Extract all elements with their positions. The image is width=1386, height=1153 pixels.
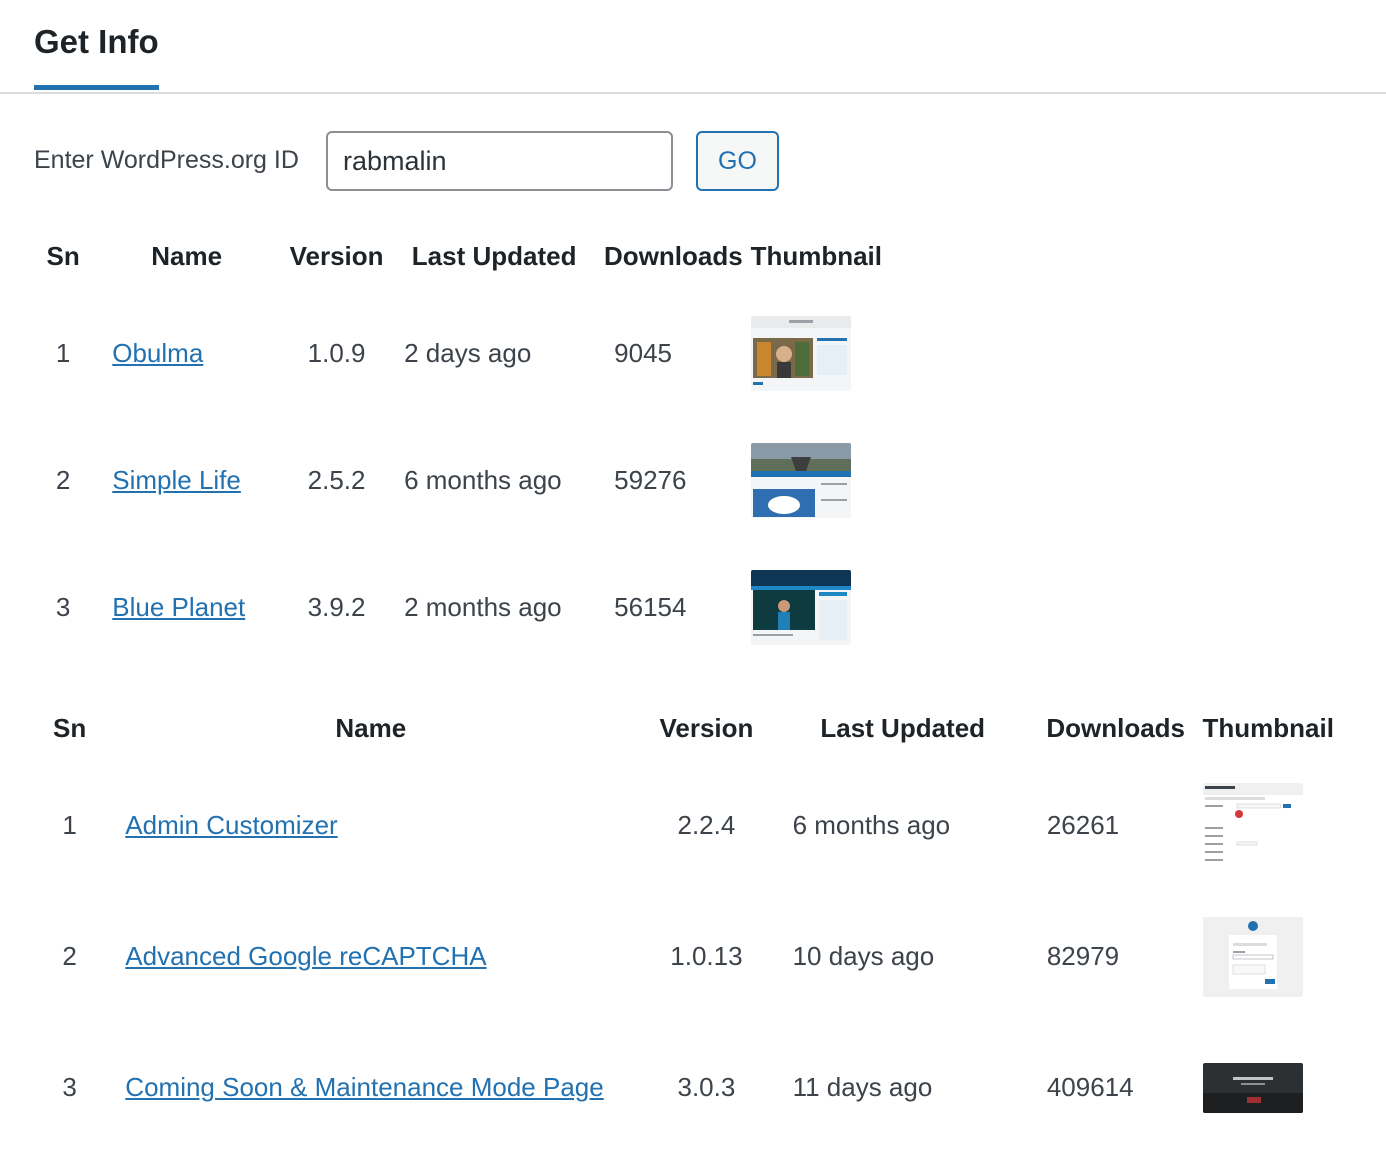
col-version: Version <box>289 240 384 271</box>
col-name: Name <box>335 712 407 743</box>
row-version: 2.5.2 <box>307 465 366 495</box>
tab-get-info[interactable]: Get Info <box>34 22 159 90</box>
table-header-row: Sn Name Version Last Updated Downloads T… <box>34 696 1334 760</box>
plugin-thumbnail <box>1202 782 1303 869</box>
row-last-updated: 2 days ago <box>404 338 532 368</box>
theme-thumbnail <box>750 570 851 645</box>
row-version: 3.9.2 <box>307 592 366 622</box>
theme-link-obulma[interactable]: Obulma <box>112 338 203 368</box>
wporg-id-label: Enter WordPress.org ID <box>34 146 299 174</box>
row-version: 3.0.3 <box>677 1072 736 1102</box>
theme-thumbnail <box>750 316 851 391</box>
col-sn: Sn <box>46 240 80 271</box>
row-sn: 3 <box>62 1072 77 1102</box>
col-thumbnail: Thumbnail <box>1202 712 1334 743</box>
row-version: 1.0.13 <box>670 941 743 971</box>
col-thumbnail: Thumbnail <box>750 240 882 271</box>
row-last-updated: 2 months ago <box>404 592 562 622</box>
plugin-thumbnail <box>1202 1062 1303 1113</box>
row-last-updated: 11 days ago <box>792 1072 933 1102</box>
plugin-link-advanced-google-recaptcha[interactable]: Advanced Google reCAPTCHA <box>125 941 486 971</box>
col-sn: Sn <box>53 712 87 743</box>
themes-table: Sn Name Version Last Updated Downloads T… <box>34 222 889 671</box>
plugin-link-admin-customizer[interactable]: Admin Customizer <box>125 810 337 840</box>
col-downloads: Downloads <box>604 240 743 271</box>
table-row: 2 Simple Life 2.5.2 6 months ago 59276 <box>34 417 889 544</box>
table-row: 3 Blue Planet 3.9.2 2 months ago 56154 <box>34 544 889 671</box>
row-last-updated: 6 months ago <box>404 465 562 495</box>
plugin-thumbnail <box>1202 916 1303 997</box>
tab-get-info-label: Get Info <box>34 23 159 60</box>
col-downloads: Downloads <box>1046 712 1186 743</box>
row-downloads: 56154 <box>614 592 687 622</box>
theme-link-simple-life[interactable]: Simple Life <box>112 465 241 495</box>
table-row: 1 Obulma 1.0.9 2 days ago 9045 <box>34 290 889 417</box>
row-sn: 3 <box>55 592 71 622</box>
row-downloads: 26261 <box>1046 810 1120 840</box>
row-downloads: 409614 <box>1046 1072 1134 1102</box>
nav-tab-bar: Get Info <box>0 0 1386 94</box>
row-sn: 2 <box>55 465 71 495</box>
col-last-updated: Last Updated <box>411 240 577 271</box>
table-header-row: Sn Name Version Last Updated Downloads T… <box>34 222 889 290</box>
col-version: Version <box>659 712 754 743</box>
row-version: 2.2.4 <box>677 810 736 840</box>
go-button[interactable]: GO <box>696 131 779 191</box>
row-last-updated: 10 days ago <box>792 941 935 971</box>
table-row: 2 Advanced Google reCAPTCHA 1.0.13 10 da… <box>34 891 1334 1022</box>
wporg-id-input[interactable] <box>326 131 673 191</box>
row-sn: 2 <box>62 941 77 971</box>
table-row: 3 Coming Soon & Maintenance Mode Page 3.… <box>34 1022 1334 1153</box>
row-sn: 1 <box>55 338 71 368</box>
row-sn: 1 <box>62 810 77 840</box>
plugin-link-coming-soon-maintenance[interactable]: Coming Soon & Maintenance Mode Page <box>125 1072 603 1102</box>
row-downloads: 9045 <box>614 338 673 368</box>
row-downloads: 82979 <box>1046 941 1120 971</box>
table-row: 1 Admin Customizer 2.2.4 6 months ago 26… <box>34 760 1334 891</box>
row-downloads: 59276 <box>614 465 687 495</box>
theme-link-blue-planet[interactable]: Blue Planet <box>112 592 245 622</box>
plugins-table: Sn Name Version Last Updated Downloads T… <box>34 696 1334 1153</box>
row-version: 1.0.9 <box>307 338 366 368</box>
col-name: Name <box>151 240 223 271</box>
row-last-updated: 6 months ago <box>792 810 951 840</box>
theme-thumbnail <box>750 443 851 518</box>
col-last-updated: Last Updated <box>820 712 986 743</box>
